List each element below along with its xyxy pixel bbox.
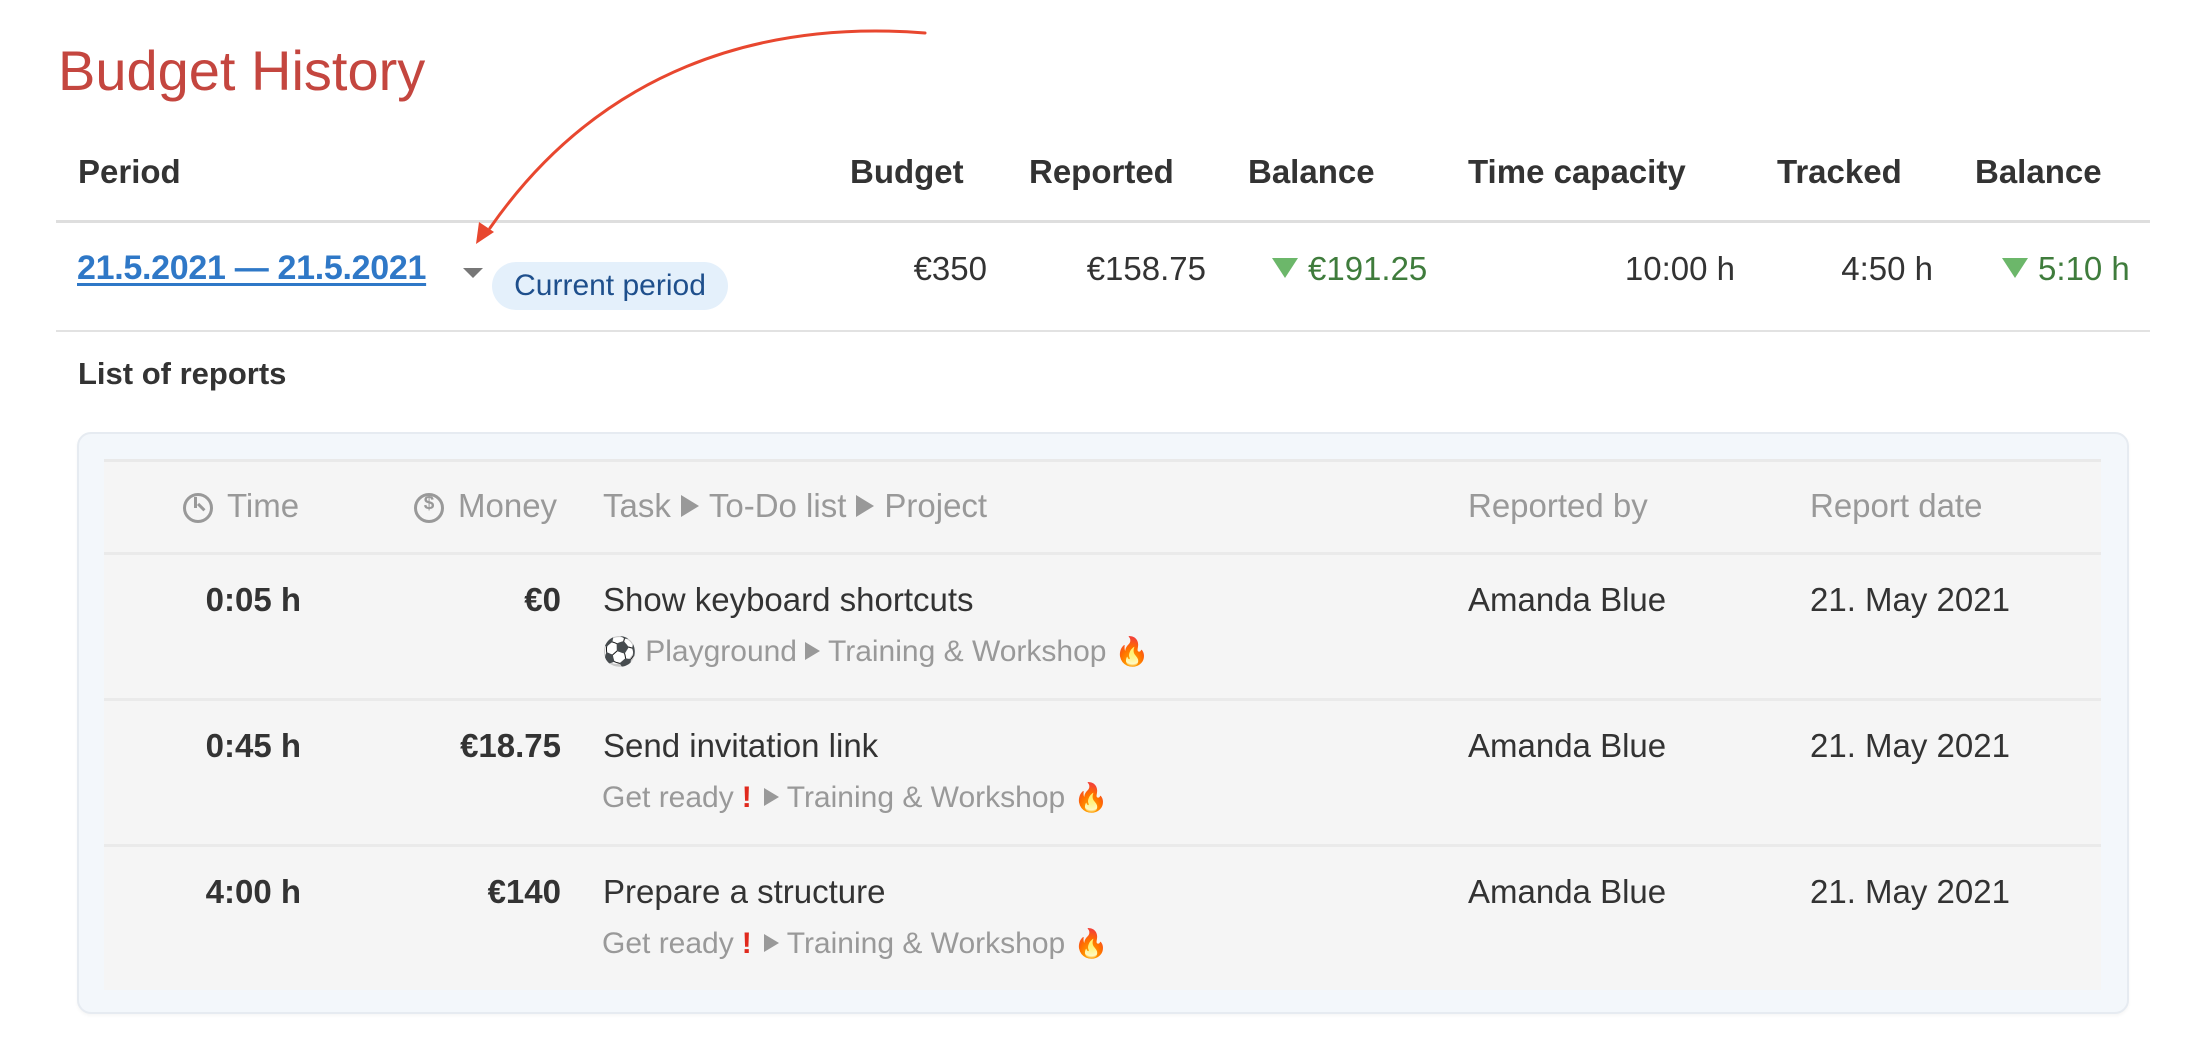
report-task-link[interactable]: Send invitation link — [603, 727, 878, 765]
period-link[interactable]: 21.5.2021 — 21.5.2021 — [77, 249, 426, 288]
report-project[interactable]: Training & Workshop — [787, 927, 1065, 960]
report-time: 4:00 h — [205, 873, 301, 910]
report-time: 0:45 h — [205, 727, 301, 764]
report-path: ⚽ Playground Training & Workshop 🔥 — [602, 635, 1150, 669]
triangle-right-icon — [856, 495, 875, 517]
header-tracked: Tracked — [1777, 153, 1902, 190]
header-period: Period — [78, 153, 181, 190]
annotation-arrow-curve — [488, 29, 927, 230]
col-header-money: Money — [458, 487, 558, 524]
report-date: 21. May 2021 — [1810, 727, 2010, 764]
col-header-report-date: Report date — [1810, 487, 1983, 524]
fire-icon: 🔥 — [1073, 782, 1109, 813]
report-path: Get ready! Training & Workshop 🔥 — [602, 927, 1108, 961]
report-date: 21. May 2021 — [1810, 581, 2010, 618]
col-header-reported-by: Reported by — [1468, 487, 1648, 524]
col-header-task: Task — [603, 487, 671, 524]
balance-money-value: €191.25 — [1308, 250, 1428, 287]
report-project[interactable]: Training & Workshop — [828, 635, 1106, 668]
soccer-ball-icon: ⚽ — [602, 636, 637, 667]
triangle-right-icon — [763, 934, 779, 952]
header-time-capacity: Time capacity — [1468, 153, 1686, 190]
report-todo-list[interactable]: Get ready — [602, 781, 734, 814]
balance-time-cell: 5:10 h — [2002, 250, 2130, 288]
report-date: 21. May 2021 — [1810, 873, 2010, 910]
col-header-todo-list: To-Do list — [708, 487, 847, 524]
row-divider — [56, 330, 2150, 332]
triangle-right-icon — [763, 788, 779, 806]
report-task-link[interactable]: Prepare a structure — [603, 873, 885, 911]
reports-section-title: List of reports — [78, 356, 287, 391]
report-todo-list[interactable]: Get ready — [602, 927, 734, 960]
triangle-right-icon — [680, 495, 699, 517]
report-money: €18.75 — [460, 727, 561, 764]
report-project[interactable]: Training & Workshop — [787, 781, 1065, 814]
time-capacity-value: 10:00 h — [1624, 250, 1735, 287]
fire-icon: 🔥 — [1114, 636, 1150, 667]
fire-icon: 🔥 — [1073, 928, 1109, 959]
trend-down-icon — [1272, 258, 1298, 278]
reported-value: €158.75 — [1086, 250, 1206, 287]
exclamation-icon: ! — [741, 927, 752, 960]
annotation-arrowhead — [476, 222, 494, 244]
header-balance-money: Balance — [1248, 153, 1375, 190]
period-dropdown-caret-icon[interactable] — [463, 268, 483, 278]
col-header-time: Time — [227, 487, 300, 524]
page-title: Budget History — [58, 39, 426, 102]
dollar-circle-icon: $ — [414, 493, 444, 523]
header-divider — [56, 220, 2150, 223]
report-time: 0:05 h — [205, 581, 301, 618]
report-reported-by: Amanda Blue — [1468, 727, 1667, 764]
report-money: €140 — [487, 873, 561, 910]
report-money: €0 — [524, 581, 561, 618]
report-task-link[interactable]: Show keyboard shortcuts — [603, 581, 974, 619]
header-budget: Budget — [850, 153, 964, 190]
exclamation-icon: ! — [741, 781, 752, 814]
report-reported-by: Amanda Blue — [1468, 581, 1667, 618]
report-todo-list[interactable]: Playground — [645, 635, 797, 668]
row-divider — [104, 698, 2101, 701]
clock-icon — [183, 493, 213, 523]
tracked-value: 4:50 h — [1841, 250, 1933, 287]
header-reported: Reported — [1029, 153, 1174, 190]
col-header-task-path: Task To-Do list Project — [603, 487, 987, 525]
row-divider — [104, 844, 2101, 847]
header-balance-time: Balance — [1975, 153, 2102, 190]
header-row-divider — [104, 552, 2101, 555]
budget-value: €350 — [913, 250, 987, 287]
current-period-badge: Current period — [492, 262, 728, 310]
triangle-right-icon — [805, 642, 820, 660]
balance-time-value: 5:10 h — [2038, 250, 2130, 287]
trend-down-icon — [2002, 258, 2028, 278]
report-reported-by: Amanda Blue — [1468, 873, 1667, 910]
balance-money-cell: €191.25 — [1272, 250, 1427, 288]
report-path: Get ready! Training & Workshop 🔥 — [602, 781, 1108, 815]
col-header-project: Project — [884, 487, 988, 524]
